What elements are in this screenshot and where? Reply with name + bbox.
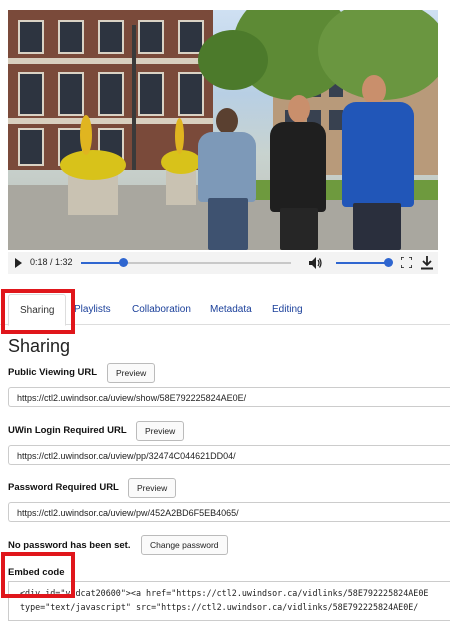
player-controls: 0:18 / 1:32: [8, 252, 438, 274]
video-person: [270, 122, 326, 212]
fullscreen-icon[interactable]: [401, 257, 412, 268]
tab-editing[interactable]: Editing: [272, 294, 303, 324]
video-frame[interactable]: [8, 10, 438, 250]
video-tree: [198, 30, 268, 90]
video-person-head: [288, 95, 310, 123]
page-title: Sharing: [8, 336, 71, 356]
uwin-preview-button[interactable]: Preview: [136, 421, 185, 441]
video-person: [198, 132, 256, 202]
password-preview-button[interactable]: Preview: [128, 478, 177, 498]
volume-level: [336, 262, 388, 264]
video-person: [208, 198, 248, 250]
seek-progress: [81, 262, 123, 264]
video-flowers: [60, 150, 126, 180]
tab-metadata[interactable]: Metadata: [210, 294, 252, 324]
tab-collaboration[interactable]: Collaboration: [132, 294, 191, 324]
password-url-field[interactable]: https://ctl2.uwindsor.ca/uview/pw/452A2B…: [8, 502, 450, 522]
tab-playlists[interactable]: Playlists: [74, 294, 111, 324]
video-flowers: [161, 150, 201, 174]
video-flowers: [80, 115, 92, 155]
video-lamp-post: [132, 25, 136, 170]
change-password-button[interactable]: Change password: [141, 535, 228, 555]
play-icon[interactable]: [15, 258, 22, 268]
video-person: [353, 203, 401, 250]
highlight-box-sharing-tab: [1, 289, 75, 334]
no-password-text: No password has been set.: [8, 540, 131, 551]
embed-code-line: <div id="vidcat20600"><a href="https://c…: [20, 588, 429, 598]
uwin-url-field[interactable]: https://ctl2.uwindsor.ca/uview/pp/32474C…: [8, 445, 450, 465]
video-person: [280, 208, 318, 250]
seek-knob[interactable]: [119, 258, 128, 267]
video-person-head: [216, 108, 238, 134]
public-preview-button[interactable]: Preview: [107, 363, 156, 383]
video-person: [342, 102, 414, 207]
video-person-head: [362, 75, 386, 105]
download-icon[interactable]: [421, 256, 433, 270]
embed-code-line: type="text/javascript" src="https://ctl2…: [20, 602, 419, 612]
uwin-url-label: UWin Login Required URL: [8, 425, 127, 436]
highlight-box-embed-code: [1, 552, 75, 598]
volume-knob[interactable]: [384, 258, 393, 267]
seek-slider[interactable]: [81, 258, 291, 267]
player-time: 0:18 / 1:32: [30, 257, 73, 267]
volume-icon[interactable]: [308, 256, 322, 270]
password-url-label: Password Required URL: [8, 482, 119, 493]
public-url-label: Public Viewing URL: [8, 367, 98, 378]
volume-slider[interactable]: [336, 258, 393, 267]
public-url-field[interactable]: https://ctl2.uwindsor.ca/uview/show/58E7…: [8, 387, 450, 407]
video-flowers: [175, 118, 184, 154]
